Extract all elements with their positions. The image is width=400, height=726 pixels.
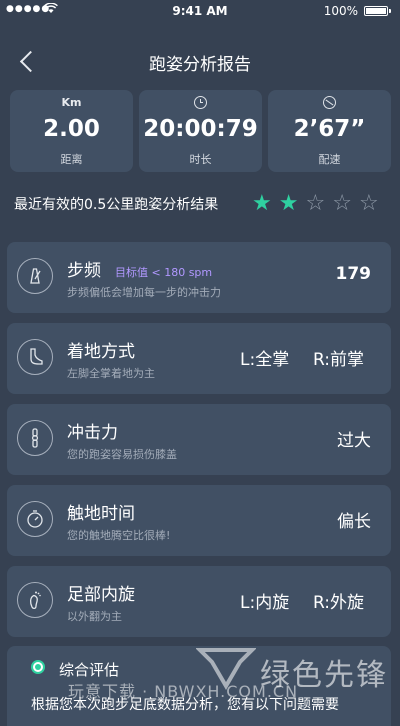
stopwatch-icon	[17, 501, 53, 537]
page-title: 跑姿分析报告	[149, 55, 251, 75]
summary-row: 最近有效的0.5公里跑姿分析结果 ★★☆☆☆	[14, 191, 394, 216]
duration-value: 20:00:79	[143, 116, 258, 142]
watermark-brand: 绿色先锋	[260, 658, 388, 693]
star-filled-icon: ★	[252, 191, 279, 216]
distance-label: 距离	[60, 153, 83, 166]
pronation-left-value: L:内旋	[240, 593, 290, 613]
distance-unit: Km	[61, 96, 82, 109]
status-bar: ●●●●● 9:41 AM 100%	[0, 0, 400, 22]
star-empty-icon: ☆	[305, 191, 333, 216]
cadence-title: 步频	[67, 261, 101, 281]
clock-icon	[194, 96, 207, 109]
pronation-right-value: R:外旋	[313, 593, 365, 613]
impact-title: 冲击力	[67, 423, 118, 443]
landing-card[interactable]: 着地方式 左脚全掌着地为主 L:全掌 R:前掌	[7, 323, 391, 394]
cadence-target: 目标值 < 180 spm	[115, 266, 213, 279]
pronation-title: 足部内旋	[67, 585, 135, 605]
cadence-subtitle: 步频偏低会增加每一步的冲击力	[67, 286, 221, 299]
metronome-icon	[17, 258, 53, 294]
duration-card: 20:00:79 时长	[139, 90, 262, 172]
knee-icon	[17, 420, 53, 456]
cadence-card[interactable]: 步频 目标值 < 180 spm 步频偏低会增加每一步的冲击力 179	[7, 242, 391, 313]
battery-icon	[364, 6, 388, 16]
nav-bar: 跑姿分析报告	[0, 38, 400, 84]
battery-tip	[389, 9, 391, 13]
impact-subtitle: 您的跑姿容易损伤膝盖	[67, 448, 177, 461]
rating-stars: ★★☆☆☆	[252, 191, 386, 216]
overall-title: 综合评估	[59, 661, 120, 679]
watermark-logo-icon	[195, 646, 257, 690]
pronation-subtitle: 以外翻为主	[67, 610, 122, 623]
cadence-value: 179	[335, 264, 372, 284]
duration-label: 时长	[189, 153, 212, 166]
battery-percent: 100%	[323, 4, 358, 18]
footprint-icon	[17, 582, 53, 618]
summary-text: 最近有效的0.5公里跑姿分析结果	[14, 197, 219, 213]
star-empty-icon: ☆	[358, 191, 386, 216]
radio-selected-icon[interactable]	[31, 660, 45, 674]
contact-time-value: 偏长	[337, 512, 371, 532]
pace-label: 配速	[318, 153, 341, 166]
speedometer-icon	[323, 96, 336, 109]
landing-right-value: R:前掌	[313, 350, 365, 370]
pace-value: 2’67”	[293, 116, 366, 142]
impact-card[interactable]: 冲击力 您的跑姿容易损伤膝盖 过大	[7, 404, 391, 475]
contact-time-title: 触地时间	[67, 504, 135, 524]
landing-title: 着地方式	[67, 342, 135, 362]
distance-card: Km 2.00 距离	[10, 90, 133, 172]
distance-value: 2.00	[43, 116, 100, 142]
contact-time-subtitle: 您的触地腾空比很棒!	[67, 529, 171, 542]
landing-subtitle: 左脚全掌着地为主	[67, 367, 155, 380]
star-empty-icon: ☆	[332, 191, 359, 216]
impact-value: 过大	[337, 431, 371, 451]
foot-icon	[17, 339, 53, 375]
landing-left-value: L:全掌	[240, 350, 290, 370]
pace-card: 2’67” 配速	[268, 90, 391, 172]
star-filled-icon: ★	[278, 191, 306, 216]
contact-time-card[interactable]: 触地时间 您的触地腾空比很棒! 偏长	[7, 485, 391, 556]
pronation-card[interactable]: 足部内旋 以外翻为主 L:内旋 R:外旋	[7, 566, 391, 637]
